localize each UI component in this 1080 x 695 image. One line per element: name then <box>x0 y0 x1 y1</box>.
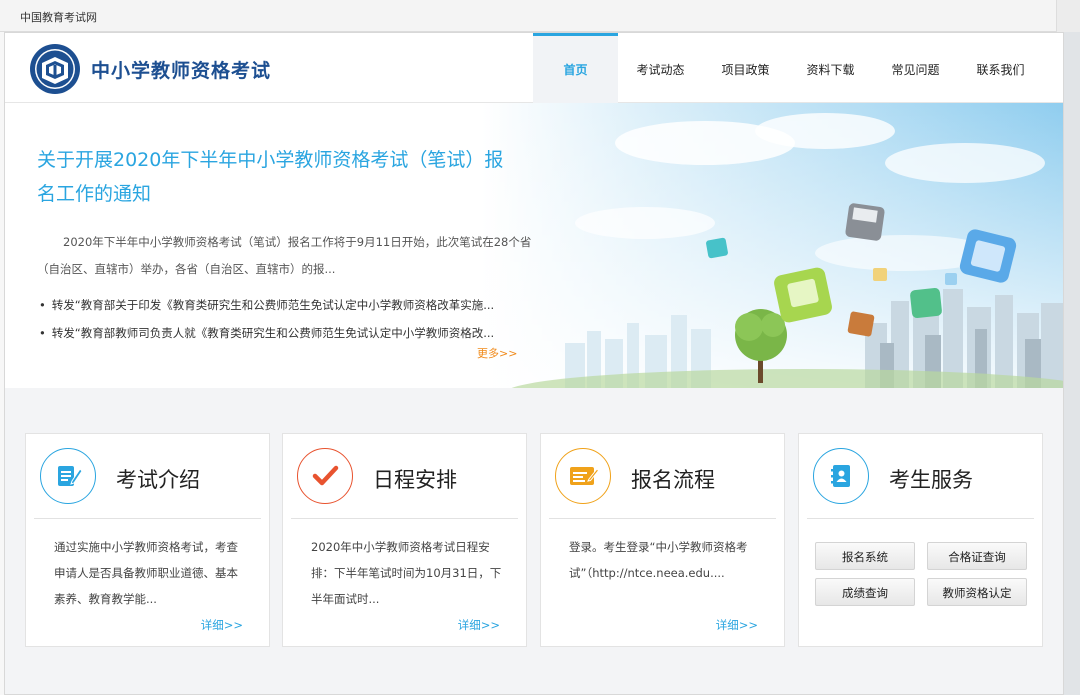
hero-headline[interactable]: 关于开展2020年下半年中小学教师资格考试（笔试）报名工作的通知 <box>37 143 507 211</box>
main-nav: 首页 考试动态 项目政策 资料下载 常见问题 联系我们 <box>533 33 1043 103</box>
browser-title-bar: 中国教育考试网 <box>0 0 1080 32</box>
site-name: 中国教育考试网 <box>20 11 97 24</box>
card-icon-circle <box>40 448 96 504</box>
service-button-grid: 报名系统 合格证查询 成绩查询 教师资格认定 <box>815 542 1027 606</box>
card-title: 考生服务 <box>889 468 973 492</box>
teacher-qualification-button[interactable]: 教师资格认定 <box>927 578 1027 606</box>
more-link[interactable]: 更多>> <box>477 345 517 361</box>
card-icon-circle <box>813 448 869 504</box>
card-exam-intro: 考试介绍 通过实施中小学教师资格考试，考查申请人是否具备教师职业道德、基本素养、… <box>25 433 270 647</box>
card-divider <box>34 518 261 519</box>
page: 中小学教师资格考试 首页 考试动态 项目政策 资料下载 常见问题 联系我们 关于… <box>4 32 1064 695</box>
nav-downloads[interactable]: 资料下载 <box>788 33 873 103</box>
nav-home[interactable]: 首页 <box>533 33 618 103</box>
hero-news-list: 转发“教育部关于印发《教育类研究生和公费师范生免试认定中小学教师资格改革实施..… <box>39 291 539 347</box>
form-icon <box>570 467 599 485</box>
card-title: 日程安排 <box>373 468 457 492</box>
vertical-scrollbar[interactable] <box>1064 32 1080 695</box>
feature-section: 考试介绍 通过实施中小学教师资格考试，考查申请人是否具备教师职业道德、基本素养、… <box>5 388 1063 694</box>
card-title: 报名流程 <box>631 468 715 492</box>
news-link[interactable]: 转发“教育部关于印发《教育类研究生和公费师范生免试认定中小学教师资格改革实施..… <box>39 291 539 319</box>
nav-faq[interactable]: 常见问题 <box>873 33 958 103</box>
nav-contact[interactable]: 联系我们 <box>958 33 1043 103</box>
brand-title: 中小学教师资格考试 <box>91 60 272 82</box>
card-description: 通过实施中小学教师资格考试，考查申请人是否具备教师职业道德、基本素养、教育教学能… <box>54 540 238 606</box>
nav-policy[interactable]: 项目政策 <box>703 33 788 103</box>
hero-banner: 关于开展2020年下半年中小学教师资格考试（笔试）报名工作的通知 2020年下半… <box>5 103 1063 388</box>
card-candidate-services: 考生服务 报名系统 合格证查询 成绩查询 教师资格认定 <box>798 433 1043 647</box>
card-divider <box>291 518 518 519</box>
card-registration-process: 报名流程 登录。考生登录“中小学教师资格考试”（http://ntce.neea… <box>540 433 785 647</box>
nav-exam-news[interactable]: 考试动态 <box>618 33 703 103</box>
card-description: 2020年中小学教师资格考试日程安排：下半年笔试时间为10月31日，下半年面试时… <box>311 540 502 606</box>
card-schedule: 日程安排 2020年中小学教师资格考试日程安排：下半年笔试时间为10月31日，下… <box>282 433 527 647</box>
card-description: 登录。考生登录“中小学教师资格考试”（http://ntce.neea.edu.… <box>569 540 748 580</box>
card-title: 考试介绍 <box>116 468 200 492</box>
card-icon-circle <box>555 448 611 504</box>
card-divider <box>807 518 1034 519</box>
card-detail-link[interactable]: 详细>> <box>716 617 758 633</box>
document-edit-icon <box>58 466 83 486</box>
score-query-button[interactable]: 成绩查询 <box>815 578 915 606</box>
card-icon-circle <box>297 448 353 504</box>
card-detail-link[interactable]: 详细>> <box>458 617 500 633</box>
site-header: 中小学教师资格考试 首页 考试动态 项目政策 资料下载 常见问题 联系我们 <box>5 33 1063 103</box>
certificate-query-button[interactable]: 合格证查询 <box>927 542 1027 570</box>
logo-emblem-icon <box>30 44 80 94</box>
news-link[interactable]: 转发“教育部教师司负责人就《教育类研究生和公费师范生免试认定中小学教师资格改..… <box>39 319 539 347</box>
card-divider <box>549 518 776 519</box>
card-detail-link[interactable]: 详细>> <box>201 617 243 633</box>
checkmark-icon <box>312 465 339 486</box>
registration-system-button[interactable]: 报名系统 <box>815 542 915 570</box>
window-corner <box>1056 0 1080 32</box>
hero-summary: 2020年下半年中小学教师资格考试（笔试）报名工作将于9月11日开始，此次笔试在… <box>37 235 532 276</box>
contact-card-icon <box>831 465 850 487</box>
